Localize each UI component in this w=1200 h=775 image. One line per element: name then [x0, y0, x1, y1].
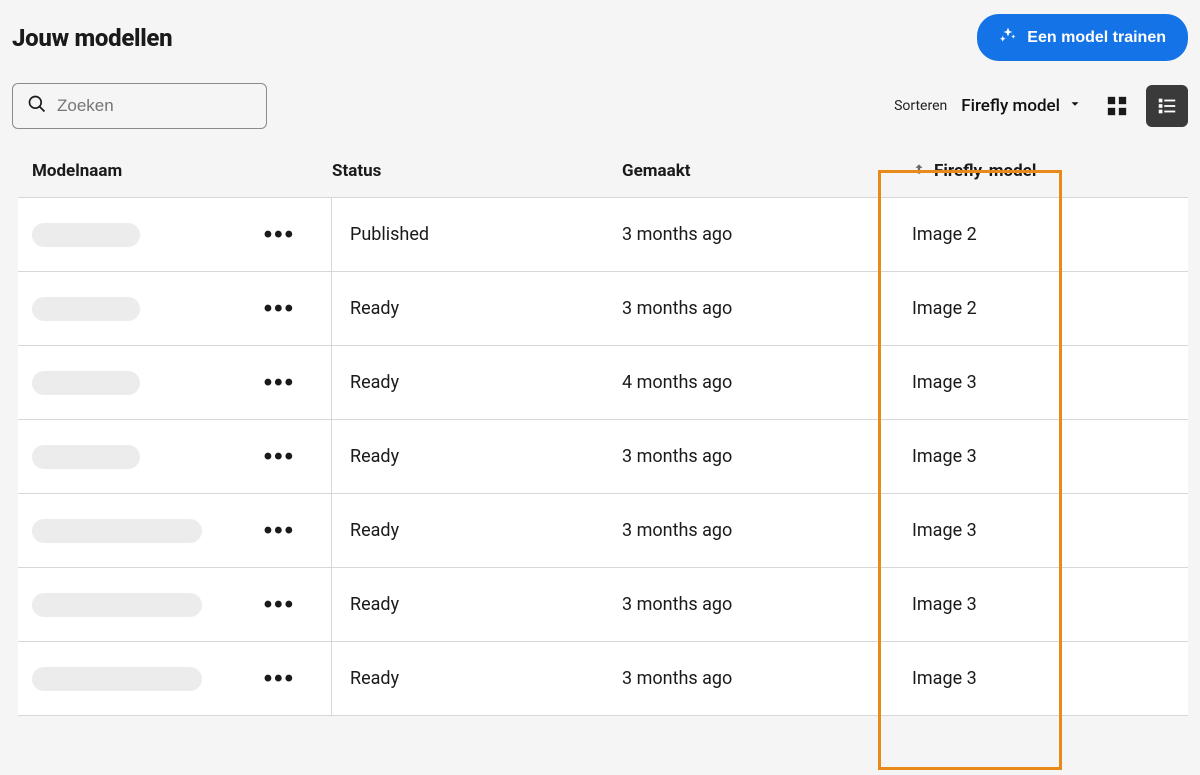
name-cell: ••• — [32, 272, 332, 345]
sort-label: Sorteren — [894, 98, 947, 114]
more-actions-button[interactable]: ••• — [264, 517, 295, 545]
ellipsis-icon: ••• — [264, 443, 295, 470]
sort-dropdown[interactable]: Firefly model — [961, 96, 1082, 116]
col-header-status[interactable]: Status — [332, 161, 622, 181]
chevron-down-icon — [1068, 96, 1082, 116]
right-controls: Sorteren Firefly model — [894, 85, 1188, 127]
ellipsis-icon: ••• — [264, 295, 295, 322]
status-cell: Ready — [332, 594, 622, 615]
model-name-placeholder — [32, 519, 202, 543]
firefly-model-cell: Image 2 — [912, 224, 1192, 245]
models-table: Modelnaam Status Gemaakt Firefly-model •… — [12, 161, 1188, 716]
model-name-placeholder — [32, 667, 202, 691]
view-toggle — [1096, 85, 1188, 127]
table-header: Modelnaam Status Gemaakt Firefly-model — [18, 161, 1188, 197]
list-icon — [1156, 95, 1178, 117]
col-header-firefly-label: Firefly-model — [934, 161, 1036, 181]
ellipsis-icon: ••• — [264, 517, 295, 544]
ellipsis-icon: ••• — [264, 221, 295, 248]
arrow-up-icon — [912, 161, 926, 181]
created-cell: 3 months ago — [622, 520, 912, 541]
table-row[interactable]: •••Ready3 months agoImage 3 — [18, 568, 1188, 642]
more-actions-button[interactable]: ••• — [264, 665, 295, 693]
status-cell: Ready — [332, 446, 622, 467]
firefly-model-cell: Image 3 — [912, 520, 1192, 541]
firefly-model-cell: Image 3 — [912, 446, 1192, 467]
table-row[interactable]: •••Ready3 months agoImage 3 — [18, 420, 1188, 494]
status-cell: Ready — [332, 520, 622, 541]
table-row[interactable]: •••Ready3 months agoImage 2 — [18, 272, 1188, 346]
col-header-created[interactable]: Gemaakt — [622, 161, 912, 181]
model-name-placeholder — [32, 593, 202, 617]
name-cell: ••• — [32, 198, 332, 271]
more-actions-button[interactable]: ••• — [264, 369, 295, 397]
created-cell: 3 months ago — [622, 668, 912, 689]
table-row[interactable]: •••Published3 months agoImage 2 — [18, 198, 1188, 272]
more-actions-button[interactable]: ••• — [264, 591, 295, 619]
header-bar: Jouw modellen Een model trainen — [12, 14, 1188, 61]
status-cell: Ready — [332, 668, 622, 689]
col-header-firefly[interactable]: Firefly-model — [912, 161, 1192, 181]
firefly-model-cell: Image 3 — [912, 594, 1192, 615]
ellipsis-icon: ••• — [264, 665, 295, 692]
list-view-button[interactable] — [1146, 85, 1188, 127]
search-field[interactable] — [12, 83, 267, 129]
firefly-model-cell: Image 3 — [912, 668, 1192, 689]
name-cell: ••• — [32, 494, 332, 567]
model-name-placeholder — [32, 445, 140, 469]
table-row[interactable]: •••Ready3 months agoImage 3 — [18, 494, 1188, 568]
train-model-label: Een model trainen — [1027, 29, 1166, 47]
grid-icon — [1106, 95, 1128, 117]
name-cell: ••• — [32, 568, 332, 641]
table-row[interactable]: •••Ready4 months agoImage 3 — [18, 346, 1188, 420]
sort-selected-value: Firefly model — [961, 96, 1060, 116]
ellipsis-icon: ••• — [264, 591, 295, 618]
table-row[interactable]: •••Ready3 months agoImage 3 — [18, 642, 1188, 716]
search-icon — [27, 94, 47, 118]
model-name-placeholder — [32, 223, 140, 247]
page-title: Jouw modellen — [12, 24, 172, 52]
more-actions-button[interactable]: ••• — [264, 295, 295, 323]
created-cell: 3 months ago — [622, 446, 912, 467]
search-input[interactable] — [57, 96, 252, 116]
status-cell: Ready — [332, 298, 622, 319]
name-cell: ••• — [32, 346, 332, 419]
model-name-placeholder — [32, 297, 140, 321]
col-header-name[interactable]: Modelnaam — [32, 161, 332, 181]
grid-view-button[interactable] — [1096, 85, 1138, 127]
firefly-model-cell: Image 3 — [912, 372, 1192, 393]
ellipsis-icon: ••• — [264, 369, 295, 396]
train-model-button[interactable]: Een model trainen — [977, 14, 1188, 61]
status-cell: Ready — [332, 372, 622, 393]
controls-bar: Sorteren Firefly model — [12, 83, 1188, 129]
name-cell: ••• — [32, 642, 332, 715]
created-cell: 3 months ago — [622, 224, 912, 245]
firefly-model-cell: Image 2 — [912, 298, 1192, 319]
created-cell: 4 months ago — [622, 372, 912, 393]
more-actions-button[interactable]: ••• — [264, 443, 295, 471]
created-cell: 3 months ago — [622, 594, 912, 615]
status-cell: Published — [332, 224, 622, 245]
created-cell: 3 months ago — [622, 298, 912, 319]
more-actions-button[interactable]: ••• — [264, 221, 295, 249]
table-body: •••Published3 months agoImage 2•••Ready3… — [18, 197, 1188, 716]
model-name-placeholder — [32, 371, 140, 395]
sparkle-icon — [999, 26, 1017, 49]
name-cell: ••• — [32, 420, 332, 493]
